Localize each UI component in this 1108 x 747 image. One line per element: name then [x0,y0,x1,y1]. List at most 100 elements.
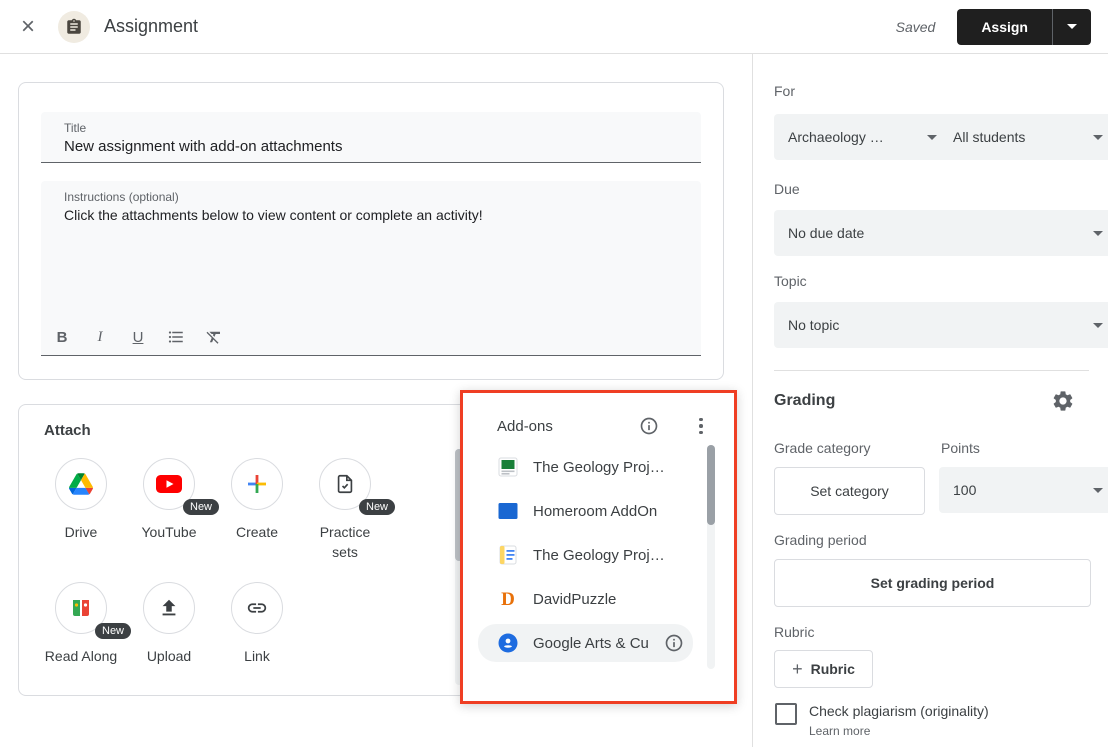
attach-option-label: Practice sets [307,522,383,562]
addon-item-label: Google Arts & Cu [533,635,649,652]
class-select[interactable]: Archaeology … [774,114,951,160]
chevron-down-icon [1067,24,1077,29]
addon-item-label: The Geology Proj… [533,459,665,476]
chevron-down-icon [1093,488,1103,493]
points-value: 100 [953,482,1085,498]
topic-select[interactable]: No topic [774,302,1108,348]
topic-value: No topic [788,317,1085,333]
rubric-button-label: Rubric [811,661,855,677]
divider [774,370,1089,371]
gear-icon[interactable] [1051,389,1075,413]
saved-status: Saved [896,19,936,35]
new-badge: New [95,623,131,639]
students-select-value: All students [953,129,1085,145]
addon-item[interactable]: Homeroom AddOn [463,489,734,533]
assignment-type-icon [58,11,90,43]
students-select[interactable]: All students [939,114,1108,160]
addon-item-label: DavidPuzzle [533,591,616,608]
grade-category-label: Grade category [774,440,871,456]
assign-button[interactable]: Assign [957,9,1053,45]
instructions-value: Click the attachments below to view cont… [64,207,483,223]
new-badge: New [183,499,219,515]
drive-icon[interactable] [55,458,107,510]
davidpuzzle-icon: D [497,588,519,610]
addon-item[interactable]: The Geology Proj… [463,533,734,577]
info-icon[interactable] [639,416,659,436]
close-icon[interactable]: × [14,13,42,41]
set-grading-period-label: Set grading period [871,575,995,591]
chevron-down-icon [1093,323,1103,328]
settings-sidebar: For Archaeology … All students Due No du… [752,53,1108,747]
addon-item-label: Homeroom AddOn [533,503,657,520]
instructions-input[interactable]: Instructions (optional) Click the attach… [41,181,701,356]
due-date-select[interactable]: No due date [774,210,1108,256]
format-toolbar: B I U [53,327,223,347]
addons-scrollbar-thumb[interactable] [707,445,715,525]
info-icon[interactable] [664,633,684,653]
geology-notebook-icon [497,544,519,566]
attach-option-label: Link [219,646,295,666]
geology-project-icon [497,456,519,478]
instructions-label: Instructions (optional) [64,190,179,204]
google-arts-culture-icon [497,632,519,654]
attach-option-upload[interactable]: Upload [131,582,207,666]
learn-more-link[interactable]: Learn more [809,724,870,738]
upload-icon[interactable] [143,582,195,634]
top-bar: × Assignment Saved Assign [0,0,1108,54]
addons-scrollbar[interactable] [707,445,715,669]
chevron-down-icon [1093,135,1103,140]
addon-item[interactable]: The Geology Proj… [463,445,734,489]
page-title: Assignment [104,16,198,37]
attach-option-label: Upload [131,646,207,666]
set-grading-period-button[interactable]: Set grading period [774,559,1091,607]
due-date-value: No due date [788,225,1085,241]
points-select[interactable]: 100 [939,467,1108,513]
addons-popup: Add-ons The Geology Proj… Homeroom AddOn… [460,390,737,704]
plus-icon: + [792,660,803,678]
grading-heading: Grading [774,392,835,410]
attach-option-label: YouTube [131,522,207,542]
assign-split-button: Assign [957,9,1091,45]
plagiarism-checkbox[interactable] [775,703,797,725]
addon-item-selected[interactable]: Google Arts & Cu [478,624,693,662]
title-label: Title [64,121,86,135]
plagiarism-label: Check plagiarism (originality) [809,703,989,719]
points-label: Points [941,440,980,456]
link-icon[interactable] [231,582,283,634]
attach-option-label: Create [219,522,295,542]
attach-option-link[interactable]: Link [219,582,295,666]
title-input[interactable]: Title New assignment with add-on attachm… [41,112,701,163]
class-select-value: Archaeology … [788,129,919,145]
due-label: Due [774,181,800,197]
addons-list: The Geology Proj… Homeroom AddOn The Geo… [463,445,734,665]
assign-dropdown-button[interactable] [1053,9,1091,45]
grading-period-label: Grading period [774,532,867,548]
new-badge: New [359,499,395,515]
title-value: New assignment with add-on attachments [64,138,342,155]
bulleted-list-icon[interactable] [167,327,185,347]
more-options-icon[interactable] [691,416,711,436]
set-category-select[interactable]: Set category [774,467,925,515]
bold-icon[interactable]: B [53,327,71,347]
attach-option-youtube[interactable]: YouTube New [131,458,207,542]
create-plus-icon[interactable] [231,458,283,510]
attach-heading: Attach [44,422,91,439]
rubric-label: Rubric [774,624,814,640]
underline-icon[interactable]: U [129,327,147,347]
chevron-down-icon [927,135,937,140]
attach-option-label: Read Along [43,646,119,666]
chevron-down-icon [1093,231,1103,236]
addon-item[interactable]: D DavidPuzzle [463,577,734,621]
for-label: For [774,83,795,99]
attach-option-practice-sets[interactable]: Practice sets New [307,458,383,562]
topic-label: Topic [774,273,807,289]
italic-icon[interactable]: I [91,327,109,347]
attach-option-create[interactable]: Create [219,458,295,542]
assignment-form-card: Title New assignment with add-on attachm… [18,82,724,380]
add-rubric-button[interactable]: + Rubric [774,650,873,688]
attach-option-drive[interactable]: Drive [43,458,119,542]
homeroom-addon-icon [497,500,519,522]
clear-formatting-icon[interactable] [205,327,223,347]
attach-option-read-along[interactable]: Read Along New [43,582,119,666]
set-category-value: Set category [810,483,889,499]
